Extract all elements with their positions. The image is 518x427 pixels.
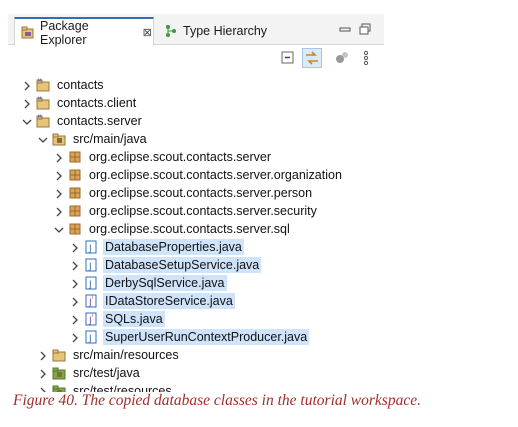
tree-item[interactable]: J DerbySqlService.java <box>70 274 227 292</box>
tree-item-label: org.eclipse.scout.contacts.server.sql <box>89 222 290 236</box>
view-menu-icon[interactable] <box>356 48 376 68</box>
chevron-down-icon[interactable] <box>22 116 32 126</box>
chevron-right-icon[interactable] <box>70 242 80 253</box>
package-icon <box>68 222 82 236</box>
package-icon <box>68 186 82 200</box>
svg-text:J: J <box>88 334 92 344</box>
tree-item-label: src/main/resources <box>73 348 179 362</box>
link-with-editor-icon[interactable] <box>302 48 322 68</box>
tree-item-label: IDataStoreService.java <box>103 293 235 309</box>
tree-item[interactable]: src/main/resources <box>38 346 181 364</box>
tree-item-label: contacts <box>57 78 104 92</box>
java-file-icon: J <box>84 240 98 254</box>
tree-item[interactable]: Mcontacts.client <box>22 94 138 112</box>
collapse-all-icon[interactable] <box>278 48 298 68</box>
tree-item-label: src/test/resources <box>73 384 172 392</box>
tree-item-label: org.eclipse.scout.contacts.server.organi… <box>89 168 342 182</box>
tree-item[interactable]: org.eclipse.scout.contacts.server.organi… <box>54 166 344 184</box>
svg-text:J: J <box>88 262 92 272</box>
tree-item[interactable]: org.eclipse.scout.contacts.server.securi… <box>54 202 319 220</box>
chevron-right-icon[interactable] <box>70 296 80 307</box>
view-tab-bar: Package Explorer ⊠ Type Hierarchy <box>8 14 384 47</box>
tree-item-label: contacts.client <box>57 96 137 110</box>
project-icon: M <box>36 78 50 92</box>
tree-item[interactable]: org.eclipse.scout.contacts.server.person <box>54 184 314 202</box>
java-interface-icon: JI <box>84 312 98 326</box>
tree-item-label: SQLs.java <box>103 311 165 327</box>
chevron-right-icon[interactable] <box>38 350 48 361</box>
tab-package-explorer[interactable]: Package Explorer ⊠ <box>14 17 154 47</box>
svg-text:J: J <box>88 244 92 254</box>
source-folder-icon <box>52 132 66 146</box>
type-hierarchy-icon <box>164 24 178 38</box>
package-explorer-icon <box>21 26 35 40</box>
tree-item-label: src/test/java <box>73 366 140 380</box>
package-icon <box>68 150 82 164</box>
chevron-down-icon[interactable] <box>54 224 64 234</box>
svg-text:M: M <box>38 96 42 101</box>
close-icon[interactable]: ⊠ <box>141 26 153 39</box>
tree-item[interactable]: J SuperUserRunContextProducer.java <box>70 328 310 346</box>
chevron-right-icon[interactable] <box>54 206 64 217</box>
test-source-folder-icon <box>52 384 66 392</box>
chevron-right-icon[interactable] <box>54 188 64 199</box>
project-icon: M <box>36 96 50 110</box>
project-icon: M <box>36 114 50 128</box>
tree-item-label: org.eclipse.scout.contacts.server.securi… <box>89 204 317 218</box>
chevron-right-icon[interactable] <box>54 152 64 163</box>
chevron-right-icon[interactable] <box>70 314 80 325</box>
tree-item-label: src/main/java <box>73 132 147 146</box>
tree-item[interactable]: J I SQLs.java <box>70 310 165 328</box>
tree-item[interactable]: src/test/resources <box>38 382 174 392</box>
tree-item[interactable]: J DatabaseSetupService.java <box>70 256 262 274</box>
java-file-icon: J <box>84 276 98 290</box>
view-toolbar <box>8 45 384 71</box>
tree-item[interactable]: src/main/java <box>38 130 149 148</box>
chevron-right-icon[interactable] <box>22 98 32 109</box>
chevron-right-icon[interactable] <box>70 278 80 289</box>
package-explorer-view: Package Explorer ⊠ Type Hierarchy M cont… <box>8 14 384 392</box>
tree-item-label: DatabaseProperties.java <box>103 239 244 255</box>
tree-item[interactable]: src/test/java <box>38 364 142 382</box>
chevron-right-icon[interactable] <box>70 332 80 343</box>
tree-item[interactable]: Mcontacts <box>22 76 106 94</box>
svg-text:M: M <box>38 78 42 83</box>
package-icon <box>68 168 82 182</box>
tree-item-label: DatabaseSetupService.java <box>103 257 262 273</box>
svg-text:I: I <box>92 295 93 300</box>
chevron-right-icon[interactable] <box>38 368 48 379</box>
chevron-right-icon[interactable] <box>54 170 64 181</box>
focus-on-active-task-icon[interactable] <box>332 48 352 68</box>
java-interface-icon: JI <box>84 294 98 308</box>
figure-caption: Figure 40. The copied database classes i… <box>13 392 421 409</box>
tab-package-explorer-label: Package Explorer <box>40 18 89 47</box>
tree-item[interactable]: J I IDataStoreService.java <box>70 292 235 310</box>
folder-icon <box>52 348 66 362</box>
chevron-right-icon[interactable] <box>22 80 32 91</box>
tree-item-label: org.eclipse.scout.contacts.server.person <box>89 186 313 200</box>
svg-text:M: M <box>38 114 42 119</box>
java-file-icon: J <box>84 258 98 272</box>
package-icon <box>68 204 82 218</box>
tree-item-label: contacts.server <box>57 114 142 128</box>
java-file-icon: J <box>84 330 98 344</box>
tree-item[interactable]: org.eclipse.scout.contacts.server.sql <box>54 220 292 238</box>
tab-type-hierarchy-label: Type Hierarchy <box>183 24 268 38</box>
svg-text:I: I <box>92 313 93 318</box>
test-source-folder-icon <box>52 366 66 380</box>
tree-item[interactable]: J DatabaseProperties.java <box>70 238 244 256</box>
chevron-right-icon[interactable] <box>70 260 80 271</box>
tab-type-hierarchy[interactable]: Type Hierarchy <box>158 18 268 44</box>
chevron-down-icon[interactable] <box>38 134 48 144</box>
minimize-icon[interactable] <box>338 22 352 36</box>
tree-item-label: SuperUserRunContextProducer.java <box>103 329 310 345</box>
tree-item[interactable]: Mcontacts.server <box>22 112 144 130</box>
tree-item-label: org.eclipse.scout.contacts.server <box>89 150 272 164</box>
tree-item-label: DerbySqlService.java <box>103 275 227 291</box>
maximize-icon[interactable] <box>358 22 372 36</box>
tree-item[interactable]: org.eclipse.scout.contacts.server <box>54 148 273 166</box>
svg-text:J: J <box>88 280 92 290</box>
